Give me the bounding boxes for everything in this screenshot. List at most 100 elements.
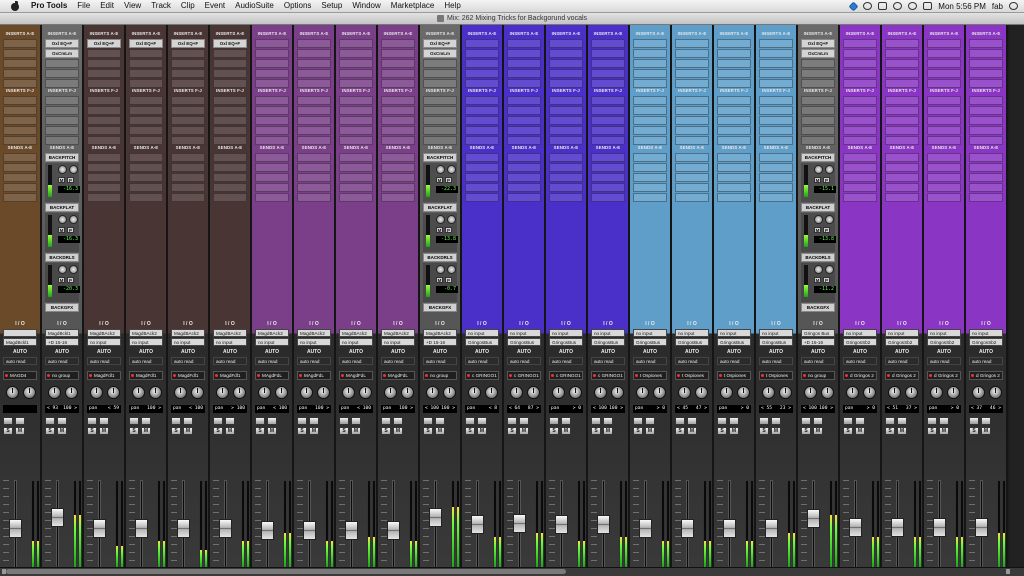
send-slot[interactable]: [297, 193, 331, 202]
insert-slot[interactable]: [885, 116, 919, 125]
send-slot[interactable]: BACKFLAT: [423, 203, 457, 212]
send-slot[interactable]: [549, 153, 583, 162]
automation-mode-selector[interactable]: auto read: [465, 357, 499, 365]
insert-slot[interactable]: [339, 69, 373, 78]
send-slot[interactable]: [381, 173, 415, 182]
insert-slot[interactable]: [507, 59, 541, 68]
insert-slot[interactable]: [885, 106, 919, 115]
insert-slot[interactable]: [759, 96, 793, 105]
send-slot[interactable]: [759, 193, 793, 202]
insert-slot[interactable]: [3, 49, 37, 58]
pan-right-knob[interactable]: [485, 386, 498, 399]
insert-slot[interactable]: [717, 59, 751, 68]
pan-right-knob[interactable]: [989, 386, 1002, 399]
input-monitor-button[interactable]: [687, 417, 697, 425]
insert-slot[interactable]: [255, 136, 289, 145]
input-selector[interactable]: Gringos Bus: [801, 329, 835, 337]
insert-slot[interactable]: [171, 96, 205, 105]
insert-slot[interactable]: [507, 39, 541, 48]
rec-enable-button[interactable]: [129, 417, 139, 425]
insert-slot[interactable]: [507, 126, 541, 135]
output-selector[interactable]: +D 15-16: [45, 338, 79, 346]
send-slot[interactable]: [213, 173, 247, 182]
send-pan-knob[interactable]: [69, 265, 78, 274]
automation-mode-selector[interactable]: auto read: [381, 357, 415, 365]
solo-button[interactable]: S: [255, 427, 265, 435]
fader-cap[interactable]: [261, 521, 274, 540]
insert-slot[interactable]: [633, 116, 667, 125]
fader-cap[interactable]: [597, 515, 610, 534]
send-mute-button[interactable]: M: [814, 227, 821, 233]
input-monitor-button[interactable]: [477, 417, 487, 425]
pan-left-knob[interactable]: [258, 386, 271, 399]
send-pan-knob[interactable]: [447, 215, 456, 224]
send-slot[interactable]: [3, 183, 37, 192]
fader-cap[interactable]: [51, 508, 64, 527]
send-slot[interactable]: [591, 193, 625, 202]
group-selector[interactable]: t Ospiones: [675, 371, 709, 380]
insert-slot[interactable]: [759, 126, 793, 135]
rec-enable-button[interactable]: [171, 417, 181, 425]
insert-slot[interactable]: [45, 136, 79, 145]
group-selector[interactable]: c GRINGO1: [507, 371, 541, 380]
pan-right-knob[interactable]: [23, 386, 36, 399]
group-selector[interactable]: MAgdFdL: [255, 371, 289, 380]
insert-slot[interactable]: [87, 136, 121, 145]
pan-left-knob[interactable]: [6, 386, 19, 399]
insert-slot[interactable]: [843, 79, 877, 88]
insert-slot[interactable]: [171, 79, 205, 88]
pan-left-knob[interactable]: [594, 386, 607, 399]
insert-slot[interactable]: [507, 69, 541, 78]
automation-mode-selector[interactable]: auto read: [297, 357, 331, 365]
insert-slot[interactable]: [255, 126, 289, 135]
fader-cap[interactable]: [177, 519, 190, 538]
automation-mode-selector[interactable]: auto read: [969, 357, 1003, 365]
mute-button[interactable]: M: [141, 427, 151, 435]
input-selector[interactable]: MagdBAck2: [381, 329, 415, 337]
mixer-scrollbar[interactable]: [0, 567, 1024, 576]
send-slot[interactable]: [87, 183, 121, 192]
insert-slot[interactable]: [801, 126, 835, 135]
rec-enable-button[interactable]: [423, 417, 433, 425]
pan-left-knob[interactable]: [762, 386, 775, 399]
solo-button[interactable]: S: [213, 427, 223, 435]
input-monitor-button[interactable]: [519, 417, 529, 425]
send-slot[interactable]: [969, 173, 1003, 182]
send-slot[interactable]: [633, 153, 667, 162]
send-level-knob[interactable]: [814, 265, 823, 274]
send-level-knob[interactable]: [58, 165, 67, 174]
menu-item-file[interactable]: File: [72, 0, 95, 12]
insert-slot[interactable]: [129, 126, 163, 135]
fader-cap[interactable]: [723, 519, 736, 538]
automation-mode-selector[interactable]: auto read: [507, 357, 541, 365]
insert-slot[interactable]: [297, 39, 331, 48]
fader-cap[interactable]: [681, 519, 694, 538]
send-slot[interactable]: [129, 183, 163, 192]
insert-slot[interactable]: [339, 96, 373, 105]
solo-button[interactable]: S: [171, 427, 181, 435]
automation-mode-selector[interactable]: auto read: [843, 357, 877, 365]
automation-mode-selector[interactable]: auto read: [549, 357, 583, 365]
insert-slot[interactable]: [633, 136, 667, 145]
send-slot[interactable]: [675, 193, 709, 202]
send-slot[interactable]: [213, 163, 247, 172]
send-slot[interactable]: [507, 173, 541, 182]
insert-slot[interactable]: [381, 96, 415, 105]
send-slot[interactable]: [885, 183, 919, 192]
send-slot[interactable]: [759, 163, 793, 172]
send-pre-button[interactable]: P: [67, 277, 74, 283]
insert-slot[interactable]: [3, 69, 37, 78]
insert-slot[interactable]: [339, 126, 373, 135]
solo-button[interactable]: S: [3, 427, 13, 435]
menu-item-window[interactable]: Window: [347, 0, 385, 12]
send-slot[interactable]: [591, 183, 625, 192]
input-selector[interactable]: no input: [885, 329, 919, 337]
insert-slot[interactable]: [465, 39, 499, 48]
send-pre-button[interactable]: P: [445, 227, 452, 233]
input-monitor-button[interactable]: [771, 417, 781, 425]
send-slot[interactable]: [87, 193, 121, 202]
insert-slot[interactable]: [969, 116, 1003, 125]
send-slot[interactable]: [969, 153, 1003, 162]
rec-enable-button[interactable]: [591, 417, 601, 425]
send-slot[interactable]: [129, 163, 163, 172]
